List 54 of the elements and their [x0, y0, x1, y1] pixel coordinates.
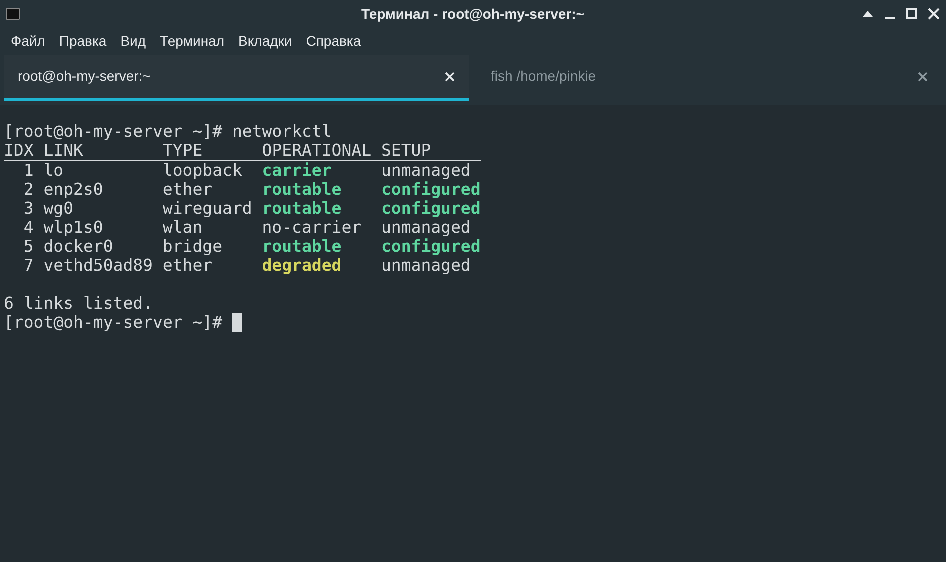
table-cell-text: lo [44, 161, 65, 180]
table-cell: configured [381, 199, 481, 218]
column-header: IDX [4, 141, 35, 160]
table-cell-text: vethd50ad89 [44, 256, 154, 275]
cursor [232, 313, 242, 332]
table-cell-text: enp2s0 [44, 180, 104, 199]
maximize-arrow-icon[interactable] [862, 10, 874, 18]
table-cell-text: 5 [22, 237, 34, 256]
close-icon[interactable] [918, 72, 928, 82]
prompt: [root@oh-my-server ~]# [4, 313, 223, 332]
tab-label: root@oh-my-server:~ [18, 67, 151, 86]
tab-label: fish /home/pinkie [491, 67, 596, 86]
menu-item[interactable]: Файл [6, 31, 50, 52]
table-cell-text: routable [262, 237, 343, 256]
restore-icon[interactable] [906, 8, 918, 20]
column-header: OPERATIONAL [262, 141, 373, 160]
table-cell-text: docker0 [44, 237, 114, 256]
table-cell-text: wg0 [44, 199, 75, 218]
table-cell-text: bridge [162, 237, 224, 256]
menu-item[interactable]: Справка [301, 31, 366, 52]
table-cell-text: wlan [162, 218, 204, 237]
command: networkctl [232, 122, 332, 141]
table-cell-text: carrier [262, 161, 333, 180]
table-cell-text: unmanaged [381, 256, 472, 275]
menu-item[interactable]: Правка [54, 31, 112, 52]
table-cell-text: routable [262, 199, 343, 218]
table-cell-text: 3 [22, 199, 34, 218]
table-cell-text: 4 [22, 218, 34, 237]
table-cell-text: 7 [22, 256, 34, 275]
table-cell-text: wireguard [162, 199, 254, 218]
table-cell-text: loopback [162, 161, 244, 180]
table-cell-text: routable [262, 180, 343, 199]
table-cell-text: no-carrier [262, 218, 363, 237]
menu-item[interactable]: Вид [116, 31, 152, 52]
table-cell-text: unmanaged [381, 161, 472, 180]
tab[interactable]: root@oh-my-server:~ [4, 55, 469, 101]
table-cell-text: unmanaged [381, 218, 472, 237]
window-title: Терминал - root@oh-my-server:~ [362, 4, 584, 24]
table-cell-text: ether [162, 180, 214, 199]
column-header: SETUP [381, 141, 432, 160]
column-header: LINK [44, 141, 84, 160]
menu-item[interactable]: Вкладки [234, 31, 298, 52]
table-cell-text: degraded [262, 256, 343, 275]
menu-item[interactable]: Терминал [155, 31, 230, 52]
table-cell-text: ether [162, 256, 214, 275]
table-cell-text: wlp1s0 [44, 218, 104, 237]
prompt: [root@oh-my-server ~]# [4, 122, 223, 141]
table-cell: configured [381, 237, 481, 256]
summary-line: 6 links listed. [4, 294, 154, 313]
table-cell: configured [381, 180, 481, 199]
column-header: TYPE [162, 141, 204, 160]
terminal-app-icon [6, 8, 20, 20]
table-cell-text: 2 [22, 180, 34, 199]
table-cell-text: 1 [22, 161, 34, 180]
